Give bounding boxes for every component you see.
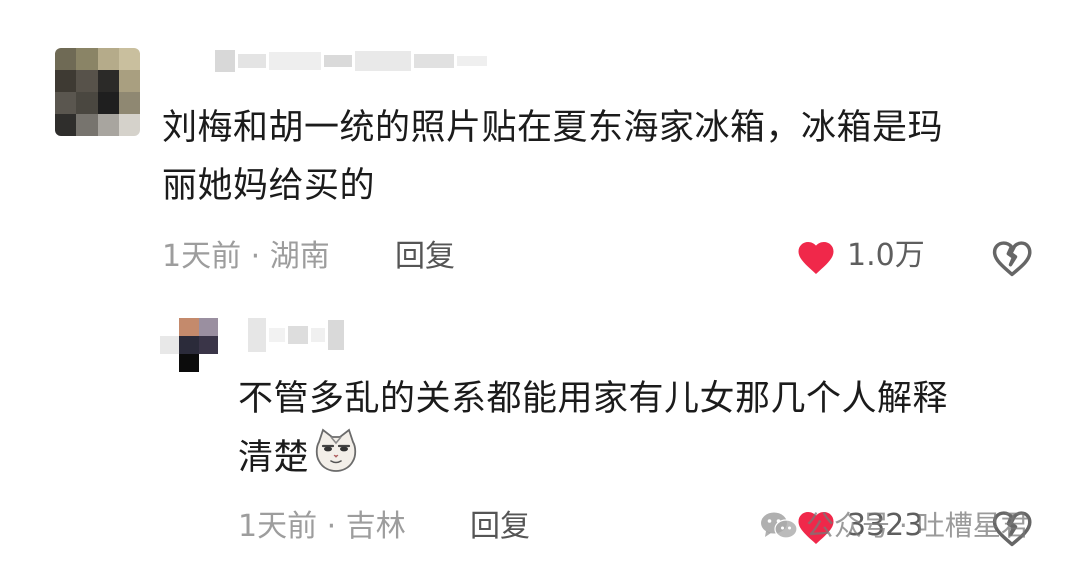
- reply-text-line: 清楚: [238, 428, 948, 490]
- reply-text-line: 不管多乱的关系都能用家有儿女那几个人解释: [238, 379, 949, 419]
- broken-heart-icon: [992, 241, 1032, 277]
- dislike-button[interactable]: [990, 506, 1034, 552]
- reply-text-part: 清楚: [238, 438, 310, 478]
- username[interactable]: [248, 318, 344, 352]
- cat-face-emoji-icon: [313, 428, 359, 490]
- reply-time-location: 1天前 · 吉林: [238, 509, 406, 544]
- comment-time-location: 1天前 · 湖南: [162, 239, 330, 274]
- like-button[interactable]: 1.0万: [795, 236, 925, 276]
- like-button[interactable]: 3323: [795, 506, 923, 546]
- broken-heart-icon: [992, 511, 1032, 547]
- like-count: 1.0万: [847, 238, 925, 273]
- avatar[interactable]: [55, 48, 140, 136]
- username[interactable]: [215, 50, 487, 72]
- reply-text: 不管多乱的关系都能用家有儿女那几个人解释 清楚: [238, 370, 948, 490]
- comment-text-line: 刘梅和胡一统的照片贴在夏东海家冰箱，冰箱是玛: [162, 108, 944, 148]
- heart-filled-icon: [798, 512, 834, 545]
- avatar[interactable]: [160, 318, 218, 372]
- reply-button[interactable]: 回复: [395, 237, 455, 277]
- like-count: 3323: [847, 508, 924, 543]
- dislike-button[interactable]: [990, 236, 1034, 282]
- wechat-icon: [761, 512, 798, 539]
- reply-button[interactable]: 回复: [470, 507, 530, 547]
- comment-text-line: 丽她妈给买的: [162, 166, 376, 206]
- comment-thread: 刘梅和胡一统的照片贴在夏东海家冰箱，冰箱是玛 丽她妈给买的 1天前 · 湖南 回…: [0, 0, 1080, 570]
- heart-filled-icon: [798, 242, 834, 275]
- comment-text: 刘梅和胡一统的照片贴在夏东海家冰箱，冰箱是玛 丽她妈给买的: [162, 99, 943, 215]
